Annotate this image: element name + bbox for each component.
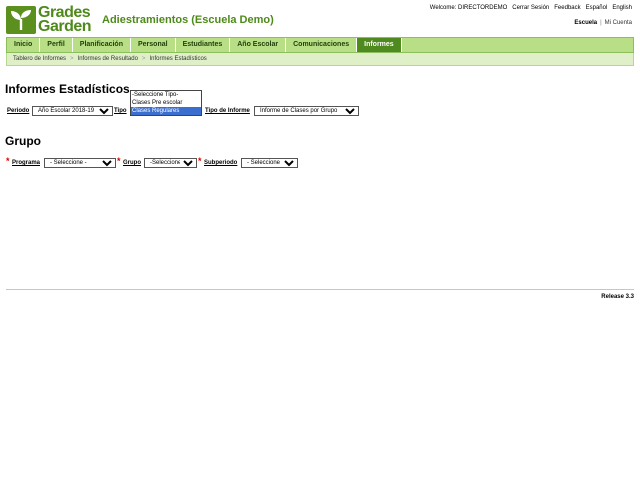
tipo-label: Tipo xyxy=(114,108,127,114)
tab-planificacion[interactable]: Planificación xyxy=(73,38,131,52)
top-links: Welcome: DIRECTORDEMO Cerrar Sesión Feed… xyxy=(430,5,632,11)
welcome-text: Welcome: DIRECTORDEMO xyxy=(429,5,508,11)
tab-inicio[interactable]: Inicio xyxy=(7,38,41,52)
programa-select[interactable]: - Seleccione - xyxy=(44,158,116,168)
required-asterisk-icon: * xyxy=(198,156,202,166)
logout-link[interactable]: Cerrar Sesión xyxy=(512,5,549,11)
programa-label: Programa xyxy=(12,160,41,166)
grupo-select[interactable]: -Seleccione- xyxy=(144,158,197,168)
subperiodo-label: Subperiodo xyxy=(204,160,238,166)
tipo-informe-label: Tipo de Informe xyxy=(205,108,250,114)
tab-estudiantes[interactable]: Estudiantes xyxy=(176,38,231,52)
required-asterisk-icon: * xyxy=(117,156,121,166)
tab-personal[interactable]: Personal xyxy=(131,38,176,52)
lang-en-link[interactable]: English xyxy=(612,5,632,11)
logo-text-garden: Garden xyxy=(38,18,92,35)
main-nav: Inicio Perfil Planificación Personal Est… xyxy=(6,37,634,53)
tab-informes[interactable]: Informes xyxy=(357,38,402,52)
tipo-option-seleccione[interactable]: -Seleccione Tipo- xyxy=(131,91,201,99)
tab-perfil[interactable]: Perfil xyxy=(40,38,73,52)
tab-comunicaciones[interactable]: Comunicaciones xyxy=(286,38,358,52)
role-separator: | xyxy=(600,20,602,26)
role-switcher: Escuela | Mi Cuenta xyxy=(574,20,632,26)
school-title: Adiestramientos (Escuela Demo) xyxy=(102,14,274,26)
breadcrumb-separator-icon: > xyxy=(141,56,146,62)
subperiodo-select[interactable]: - Seleccione - xyxy=(241,158,298,168)
logo-leaf-icon xyxy=(6,6,36,34)
tab-ano-escolar[interactable]: Año Escolar xyxy=(230,38,287,52)
role-escuela-link[interactable]: Escuela xyxy=(574,20,597,26)
footer-divider xyxy=(6,289,634,290)
periodo-label: Periodo xyxy=(7,108,30,114)
required-asterisk-icon: * xyxy=(6,156,10,166)
lang-es-link[interactable]: Español xyxy=(586,5,608,11)
grupo-label: Grupo xyxy=(123,160,141,166)
breadcrumb-resultado[interactable]: Informes de Resultado xyxy=(78,56,138,62)
breadcrumb-tablero[interactable]: Tablero de Informes xyxy=(13,56,66,62)
tipo-listbox[interactable]: -Seleccione Tipo- Clases Pre escolar Cla… xyxy=(130,90,202,116)
tipo-informe-select[interactable]: Informe de Clases por Grupo xyxy=(254,106,359,116)
breadcrumb-separator-icon: > xyxy=(70,56,74,62)
feedback-link[interactable]: Feedback xyxy=(554,5,580,11)
tipo-option-pre-escolar[interactable]: Clases Pre escolar xyxy=(131,99,201,107)
tipo-option-regulares[interactable]: Clases Regulares xyxy=(131,107,201,115)
section-title-grupo: Grupo xyxy=(5,134,41,148)
release-version: Release 3.3 xyxy=(601,294,634,300)
breadcrumb: Tablero de Informes > Informes de Resultad… xyxy=(6,53,634,66)
role-mi-cuenta-link[interactable]: Mi Cuenta xyxy=(605,20,632,26)
periodo-select[interactable]: Año Escolar 2018-19 xyxy=(32,106,113,116)
section-title-informes: Informes Estadísticos xyxy=(5,82,130,96)
breadcrumb-estadisticos: Informes Estadísticos xyxy=(149,56,207,62)
